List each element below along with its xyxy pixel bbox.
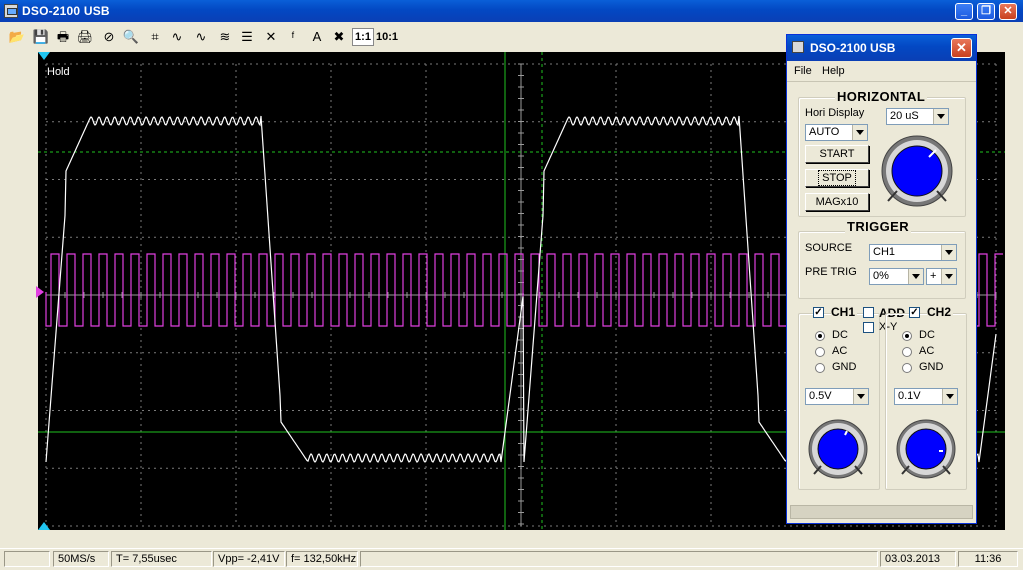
ch2-volts-knob[interactable] bbox=[895, 418, 957, 480]
dialog-title-bar[interactable]: DSO-2100 USB ✕ bbox=[787, 35, 976, 61]
dialog-title: DSO-2100 USB bbox=[810, 41, 896, 55]
minimize-button[interactable]: _ bbox=[955, 3, 973, 20]
ch1-dc-label: DC bbox=[832, 329, 848, 341]
ch2-gnd-label: GND bbox=[919, 361, 944, 373]
horizontal-title: HORIZONTAL bbox=[835, 89, 928, 104]
ch1-volts-knob[interactable] bbox=[807, 418, 869, 480]
hori-display-label: Hori Display bbox=[805, 107, 865, 119]
marker-icon[interactable]: ✕ bbox=[262, 28, 280, 46]
chevron-down-icon[interactable] bbox=[908, 269, 923, 284]
ch2-label: CH2 bbox=[927, 305, 954, 319]
trigger-title: TRIGGER bbox=[845, 219, 912, 234]
restore-button[interactable]: ❐ bbox=[977, 3, 995, 20]
hori-display-select[interactable]: AUTO bbox=[805, 124, 868, 141]
menu-help[interactable]: Help bbox=[822, 65, 845, 77]
zoom-icon[interactable]: 🔍 bbox=[122, 28, 140, 46]
control-panel-dialog: DSO-2100 USB ✕ File Help HORIZONTAL Hori… bbox=[786, 34, 977, 524]
status-date: 03.03.2013 bbox=[880, 551, 956, 567]
dialog-footer-bar bbox=[790, 505, 973, 519]
save-icon[interactable]: 💾 bbox=[32, 28, 50, 46]
right-offset-bar[interactable] bbox=[1005, 52, 1023, 530]
ch1-volts-select[interactable]: 0.5V bbox=[805, 388, 869, 405]
window-title-bar[interactable]: DSO-2100 USB _ ❐ ✕ bbox=[0, 0, 1023, 22]
chevron-down-icon[interactable] bbox=[941, 245, 956, 260]
stop-button[interactable]: STOP bbox=[805, 169, 869, 187]
status-empty-cell bbox=[4, 551, 50, 567]
ch2-level-marker[interactable] bbox=[36, 286, 44, 298]
bottom-position-bar[interactable] bbox=[0, 530, 1023, 548]
ch2-ac-label: AC bbox=[919, 345, 935, 357]
chevron-down-icon[interactable] bbox=[933, 109, 948, 124]
xy-checkbox[interactable] bbox=[863, 322, 874, 333]
left-offset-bar[interactable] bbox=[0, 52, 38, 530]
probe-10x-button[interactable]: 10:1 bbox=[376, 28, 398, 46]
printer-setup-icon[interactable]: 🖨 bbox=[76, 28, 94, 46]
cursor-icon[interactable]: ⌗ bbox=[146, 28, 164, 46]
time-readout: T= 7,55usec bbox=[111, 551, 212, 567]
ch2-volts-select[interactable]: 0.1V bbox=[894, 388, 958, 405]
status-spacer bbox=[360, 551, 878, 567]
trigger-position-marker-top[interactable] bbox=[38, 52, 50, 60]
chevron-down-icon[interactable] bbox=[852, 125, 867, 140]
dialog-app-icon bbox=[792, 41, 804, 53]
ch1-dc-radio[interactable] bbox=[815, 331, 825, 341]
dialog-close-button[interactable]: ✕ bbox=[951, 38, 972, 58]
start-button[interactable]: START bbox=[805, 145, 869, 163]
auto-icon[interactable]: A bbox=[308, 28, 326, 46]
timebase-knob[interactable] bbox=[879, 133, 955, 209]
trigger-position-marker-bottom[interactable] bbox=[38, 522, 50, 530]
grid-icon[interactable]: ☰ bbox=[238, 28, 256, 46]
clear-icon[interactable]: ✖ bbox=[330, 28, 348, 46]
add-checkbox[interactable] bbox=[863, 307, 874, 318]
frequency-readout: f= 132,50kHz bbox=[286, 551, 358, 567]
vpp-readout: Vpp= -2,41V bbox=[213, 551, 285, 567]
pre-trig-label: PRE TRIG bbox=[805, 266, 857, 278]
ch2-gnd-radio[interactable] bbox=[902, 363, 912, 373]
hold-indicator: Hold bbox=[47, 66, 70, 78]
sine-icon[interactable]: ∿ bbox=[168, 28, 186, 46]
trigger-source-label: SOURCE bbox=[805, 242, 853, 254]
chevron-down-icon[interactable] bbox=[853, 389, 868, 404]
stop-icon[interactable]: ⊘ bbox=[100, 28, 118, 46]
pre-trig-select[interactable]: 0% bbox=[869, 268, 924, 285]
probe-1x-button[interactable]: 1:1 bbox=[352, 28, 374, 46]
chevron-down-icon[interactable] bbox=[942, 389, 957, 404]
ch1-ac-label: AC bbox=[832, 345, 848, 357]
trigger-source-select[interactable]: CH1 bbox=[869, 244, 957, 261]
window-title: DSO-2100 USB bbox=[22, 4, 110, 18]
ch1-checkbox[interactable]: ✓ bbox=[813, 307, 824, 318]
fft-icon[interactable]: ᶠ bbox=[284, 28, 302, 46]
sine-alt-icon[interactable]: ∿ bbox=[192, 28, 210, 46]
close-button[interactable]: ✕ bbox=[999, 3, 1017, 20]
status-bar: 50MS/s T= 7,55usec Vpp= -2,41V f= 132,50… bbox=[0, 548, 1023, 570]
status-clock: 11:36 bbox=[958, 551, 1018, 567]
menu-file[interactable]: File bbox=[794, 65, 812, 77]
ch2-ac-radio[interactable] bbox=[902, 347, 912, 357]
chevron-down-icon[interactable] bbox=[941, 269, 956, 284]
math-icon[interactable]: ≋ bbox=[216, 28, 234, 46]
print-icon[interactable]: 🖶 bbox=[54, 28, 72, 46]
dialog-menu-bar: File Help bbox=[787, 61, 976, 82]
ch2-dc-radio[interactable] bbox=[902, 331, 912, 341]
ch2-dc-label: DC bbox=[919, 329, 935, 341]
app-icon bbox=[4, 4, 18, 18]
ch1-gnd-radio[interactable] bbox=[815, 363, 825, 373]
open-icon[interactable]: 📂 bbox=[8, 28, 26, 46]
sample-rate: 50MS/s bbox=[53, 551, 109, 567]
ch1-ac-radio[interactable] bbox=[815, 347, 825, 357]
ch1-gnd-label: GND bbox=[832, 361, 857, 373]
mag-x10-button[interactable]: MAGx10 bbox=[805, 193, 869, 211]
trigger-slope-select[interactable]: + bbox=[926, 268, 957, 285]
ch2-checkbox[interactable]: ✓ bbox=[909, 307, 920, 318]
timebase-select[interactable]: 20 uS bbox=[886, 108, 949, 125]
ch1-label: CH1 bbox=[831, 305, 858, 319]
